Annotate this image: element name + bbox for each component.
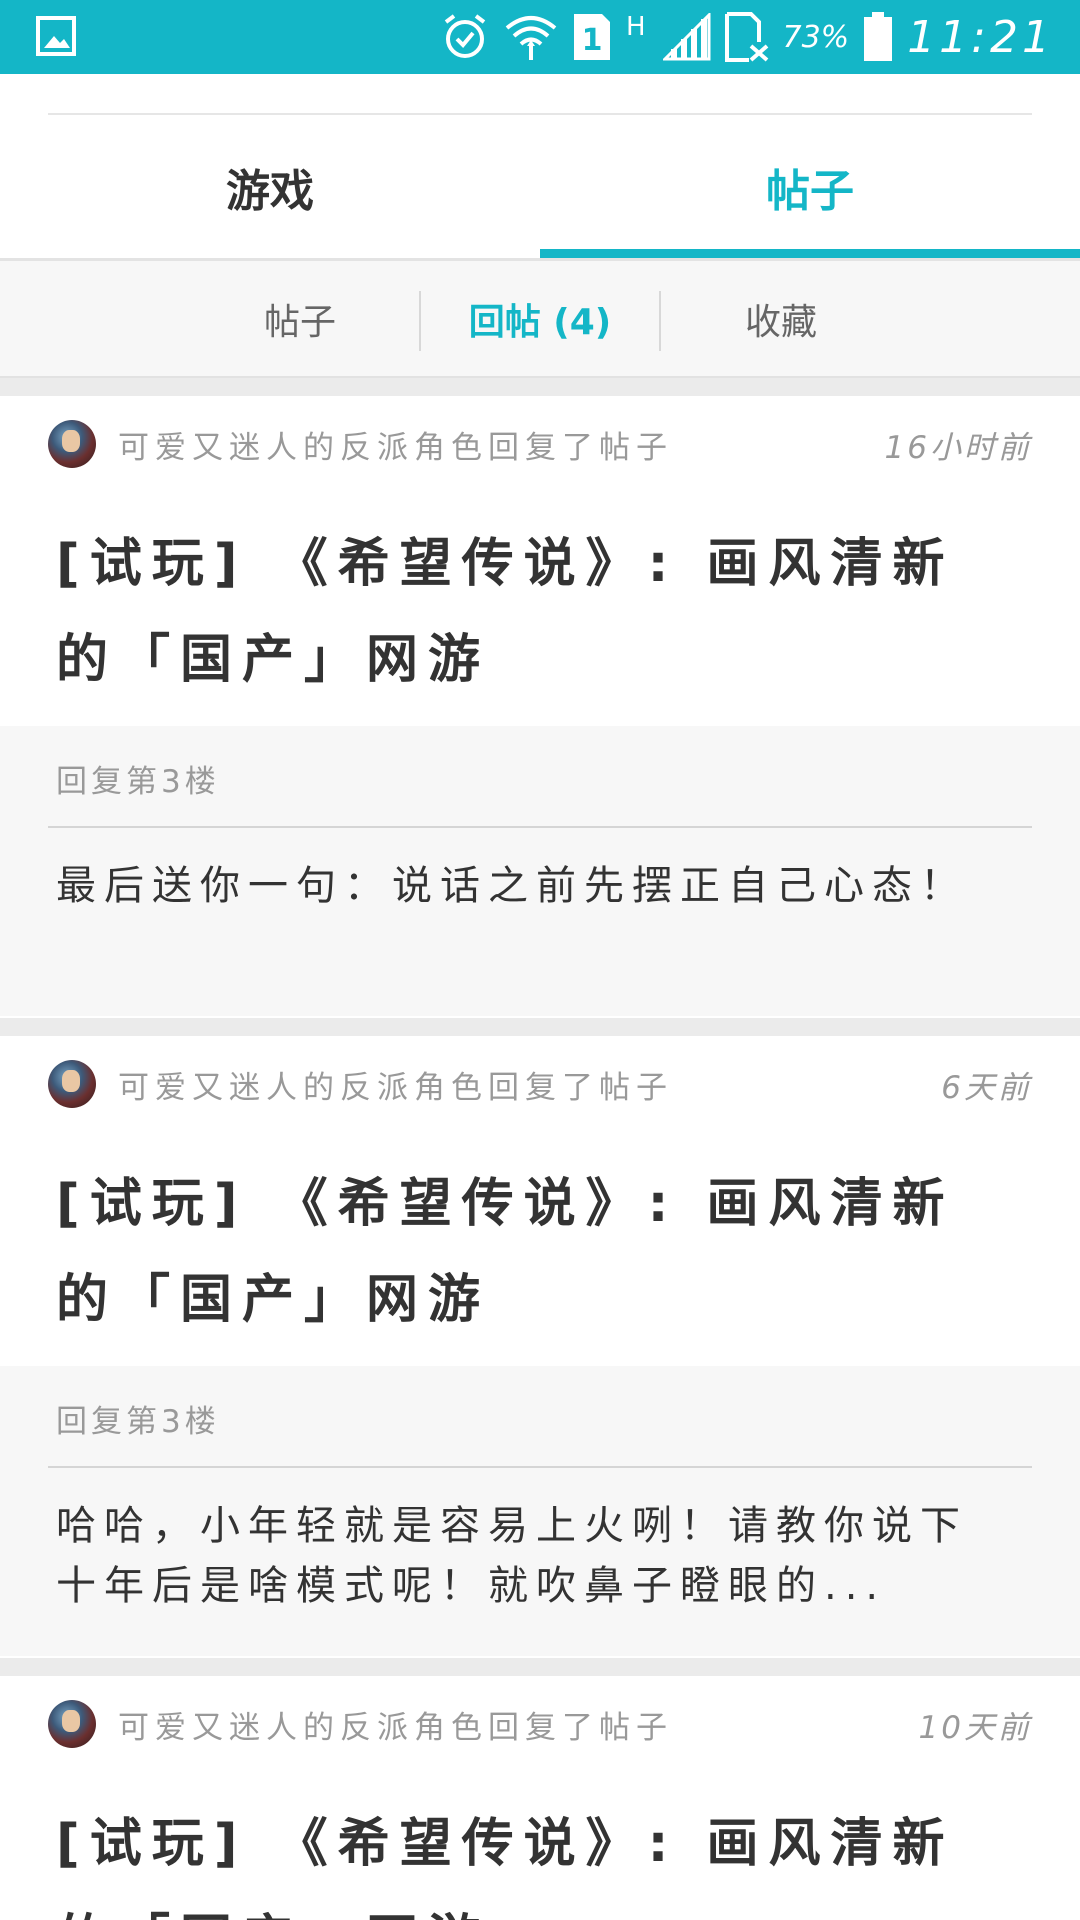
network-type: H <box>625 12 649 42</box>
item-title[interactable]: [试玩] 《希望传说》: 画风清新的「国产」网游 <box>56 516 1016 708</box>
reply-box[interactable]: 回复第3楼 哈哈，小年轻就是容易上火咧！请教你说下十年后是啥模式呢！就吹鼻子瞪眼… <box>0 1366 1080 1656</box>
list-item[interactable]: 可爱又迷人的反派角色回复了帖子 6天前 [试玩] 《希望传说》: 画风清新的「国… <box>0 1036 1080 1366</box>
item-header: 可爱又迷人的反派角色回复了帖子 16小时前 <box>48 418 1032 474</box>
reply-text: 最后送你一句：说话之前先摆正自己心态！ <box>56 863 968 909</box>
separator <box>0 378 1080 396</box>
separator <box>0 1658 1080 1676</box>
reply-floor: 回复第3楼 <box>56 1404 220 1440</box>
reply-floor: 回复第3楼 <box>56 764 220 800</box>
tab-games[interactable]: 游戏 <box>0 116 540 258</box>
divider <box>48 113 1032 115</box>
avatar[interactable] <box>48 1060 96 1108</box>
status-bar: 1 H 73% 11:21 <box>0 0 1080 74</box>
list-item[interactable]: 可爱又迷人的反派角色回复了帖子 10天前 [试玩] 《希望传说》: 画风清新的「… <box>0 1676 1080 1920</box>
wifi-icon <box>504 12 558 62</box>
sub-tabs: 帖子 回帖 (4) 收藏 <box>0 261 1080 378</box>
sim-1-icon: 1 <box>572 12 612 62</box>
item-title[interactable]: [试玩] 《希望传说》: 画风清新的「国产」网游 <box>56 1796 1016 1920</box>
battery-percent: 73% <box>782 19 850 55</box>
alarm-icon <box>440 12 490 62</box>
item-header: 可爱又迷人的反派角色回复了帖子 10天前 <box>48 1698 1032 1754</box>
svg-text:1: 1 <box>582 23 603 58</box>
item-time: 10天前 <box>918 1710 1032 1746</box>
item-header: 可爱又迷人的反派角色回复了帖子 6天前 <box>48 1058 1032 1114</box>
item-time: 6天前 <box>941 1070 1032 1106</box>
avatar[interactable] <box>48 420 96 468</box>
item-author-action: 可爱又迷人的反派角色回复了帖子 <box>118 430 673 466</box>
item-author-action: 可爱又迷人的反派角色回复了帖子 <box>118 1710 673 1746</box>
clock: 11:21 <box>907 11 1054 63</box>
list-item[interactable]: 可爱又迷人的反派角色回复了帖子 16小时前 [试玩] 《希望传说》: 画风清新的… <box>0 396 1080 726</box>
reply-text: 哈哈，小年轻就是容易上火咧！请教你说下十年后是啥模式呢！就吹鼻子瞪眼的... <box>56 1503 968 1609</box>
reply-box[interactable]: 回复第3楼 最后送你一句：说话之前先摆正自己心态！ <box>0 726 1080 1016</box>
item-time: 16小时前 <box>884 430 1032 466</box>
no-sim-icon <box>724 12 769 62</box>
tab-posts[interactable]: 帖子 <box>540 116 1080 258</box>
item-author-action: 可爱又迷人的反派角色回复了帖子 <box>118 1070 673 1106</box>
divider <box>48 826 1032 828</box>
avatar[interactable] <box>48 1700 96 1748</box>
divider <box>48 1466 1032 1468</box>
signal-icon <box>662 13 711 61</box>
main-tabs: 游戏 帖子 <box>0 116 1080 258</box>
subtab-favorites[interactable]: 收藏 <box>661 261 901 376</box>
separator <box>0 1018 1080 1036</box>
subtab-replies[interactable]: 回帖 (4) <box>421 261 659 376</box>
image-icon <box>36 16 76 56</box>
battery-icon <box>863 12 893 62</box>
item-title[interactable]: [试玩] 《希望传说》: 画风清新的「国产」网游 <box>56 1156 1016 1348</box>
subtab-posts[interactable]: 帖子 <box>180 261 420 376</box>
